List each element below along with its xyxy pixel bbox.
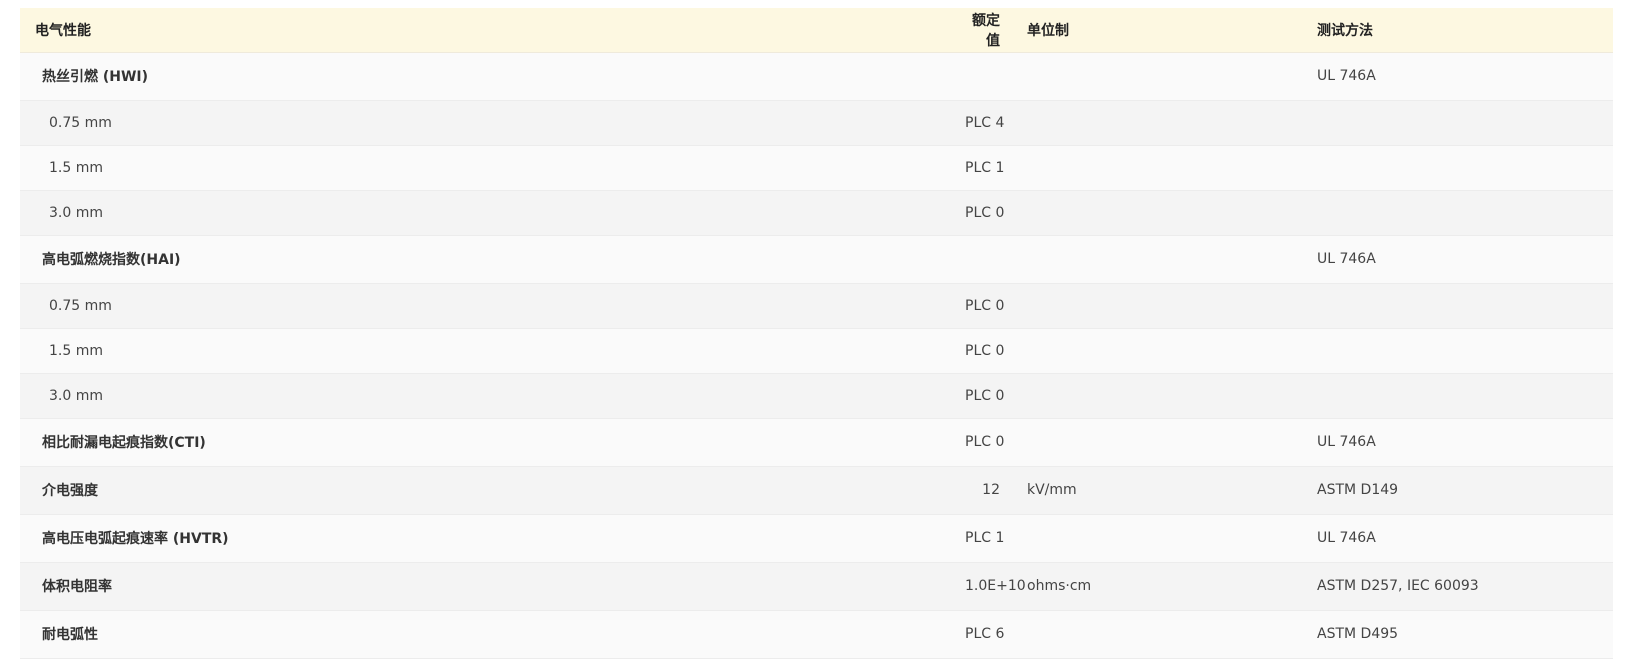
- rated-value: [965, 235, 1000, 283]
- property-name: 相比耐漏电起痕指数(CTI): [42, 435, 206, 451]
- unit: [1000, 610, 1317, 658]
- test-method: UL 746A: [1317, 434, 1376, 450]
- rated-value: 12: [982, 482, 1000, 498]
- header-value: 额定值: [965, 8, 1000, 53]
- rated-value: PLC 0: [965, 387, 1005, 404]
- test-method: [1317, 190, 1613, 235]
- test-method: ASTM D149: [1317, 482, 1399, 498]
- unit: [1000, 373, 1317, 418]
- rated-value: [965, 52, 1000, 100]
- rated-value: PLC 0: [965, 297, 1005, 314]
- unit: [1000, 235, 1317, 283]
- table-row: 热丝引燃 (HWI) UL 746A: [20, 52, 1613, 100]
- page: 电气性能 额定值 单位制 测试方法 热丝引燃 (HWI) UL 746A 0.75 …: [0, 0, 1632, 661]
- header-unit: 单位制: [1000, 8, 1317, 53]
- test-method: UL 746A: [1317, 68, 1376, 84]
- rated-value: PLC 0: [965, 434, 1005, 450]
- unit: [1000, 100, 1317, 145]
- table-row: 耐电弧性 PLC 6 ASTM D495: [20, 610, 1613, 658]
- unit: [1000, 514, 1317, 562]
- table-row: 1.5 mm PLC 0: [20, 328, 1613, 373]
- rated-value: 1.0E+10: [965, 578, 1026, 594]
- thickness-label: 1.5 mm: [49, 159, 103, 176]
- unit: [1000, 418, 1317, 466]
- table-header-row: 电气性能 额定值 单位制 测试方法: [20, 8, 1613, 53]
- test-method: [1317, 100, 1613, 145]
- property-name: 介电强度: [42, 483, 98, 499]
- property-name: 高电压电弧起痕速率 (HVTR): [42, 531, 229, 547]
- table-row: 体积电阻率 1.0E+10 ohms·cm ASTM D257, IEC 60093: [20, 562, 1613, 610]
- unit: [1000, 283, 1317, 328]
- test-method: UL 746A: [1317, 530, 1376, 546]
- table-row: 0.75 mm PLC 0: [20, 283, 1613, 328]
- rated-value: PLC 1: [965, 530, 1005, 546]
- unit: kV/mm: [1027, 482, 1077, 498]
- property-name: 体积电阻率: [42, 579, 112, 595]
- header-method: 测试方法: [1317, 8, 1613, 53]
- property-name: 热丝引燃 (HWI): [42, 69, 149, 85]
- thickness-label: 3.0 mm: [49, 204, 103, 221]
- table-row: 3.0 mm PLC 0: [20, 373, 1613, 418]
- table-row: 高电弧燃烧指数(HAI) UL 746A: [20, 235, 1613, 283]
- rated-value: PLC 0: [965, 204, 1005, 221]
- thickness-label: 1.5 mm: [49, 342, 103, 359]
- table-row: 高电压电弧起痕速率 (HVTR) PLC 1 UL 746A: [20, 514, 1613, 562]
- unit: [1000, 52, 1317, 100]
- property-name: 高电弧燃烧指数(HAI): [42, 252, 181, 268]
- rated-value: PLC 0: [965, 342, 1005, 359]
- table-row: 1.5 mm PLC 1: [20, 145, 1613, 190]
- table-body: 热丝引燃 (HWI) UL 746A 0.75 mm PLC 4 1.5 mm PLC 1…: [20, 52, 1613, 658]
- test-method: [1317, 283, 1613, 328]
- table-row: 相比耐漏电起痕指数(CTI) PLC 0 UL 746A: [20, 418, 1613, 466]
- unit: [1000, 145, 1317, 190]
- unit: [1000, 328, 1317, 373]
- table-row: 介电强度 12 kV/mm ASTM D149: [20, 466, 1613, 514]
- electrical-properties-table: 电气性能 额定值 单位制 测试方法 热丝引燃 (HWI) UL 746A 0.75 …: [20, 8, 1613, 659]
- test-method: ASTM D495: [1317, 626, 1399, 642]
- header-property: 电气性能: [20, 8, 965, 53]
- unit: [1000, 190, 1317, 235]
- test-method: UL 746A: [1317, 251, 1376, 267]
- test-method: [1317, 328, 1613, 373]
- thickness-label: 0.75 mm: [49, 297, 112, 314]
- rated-value: PLC 6: [965, 626, 1005, 642]
- thickness-label: 3.0 mm: [49, 387, 103, 404]
- test-method: [1317, 373, 1613, 418]
- unit: ohms·cm: [1027, 578, 1092, 594]
- thickness-label: 0.75 mm: [49, 114, 112, 131]
- table-row: 3.0 mm PLC 0: [20, 190, 1613, 235]
- rated-value: PLC 4: [965, 114, 1005, 131]
- test-method: ASTM D257, IEC 60093: [1317, 578, 1479, 594]
- rated-value: PLC 1: [965, 159, 1005, 176]
- property-name: 耐电弧性: [42, 627, 98, 643]
- test-method: [1317, 145, 1613, 190]
- table-row: 0.75 mm PLC 4: [20, 100, 1613, 145]
